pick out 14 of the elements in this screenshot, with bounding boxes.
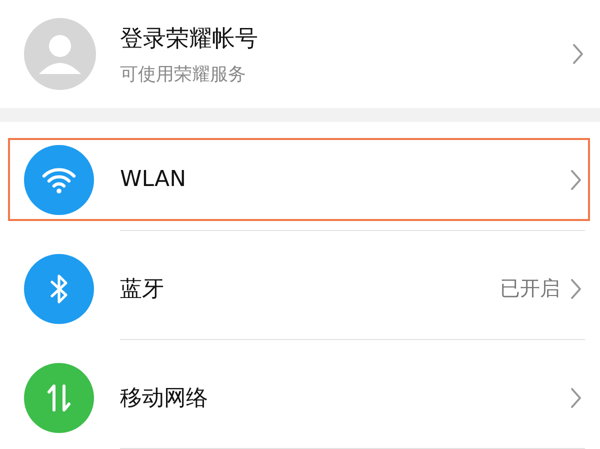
account-subtitle: 可使用荣耀服务 <box>120 62 247 86</box>
mobile-icon <box>24 362 94 432</box>
chevron-icon <box>570 278 582 300</box>
wifi-icon <box>24 144 94 214</box>
account-title[interactable]: 登录荣耀帐号 <box>120 22 572 54</box>
chevron-icon <box>572 43 584 65</box>
chevron-icon <box>570 168 582 190</box>
chevron-icon <box>570 386 582 408</box>
setting-label[interactable]: 移动网络 <box>120 382 570 412</box>
bluetooth-icon <box>24 254 94 324</box>
avatar-icon <box>24 18 96 90</box>
setting-label[interactable]: 蓝牙 <box>120 274 500 304</box>
status-text: 已开启 <box>500 275 560 302</box>
setting-label[interactable]: WLAN <box>120 167 570 192</box>
